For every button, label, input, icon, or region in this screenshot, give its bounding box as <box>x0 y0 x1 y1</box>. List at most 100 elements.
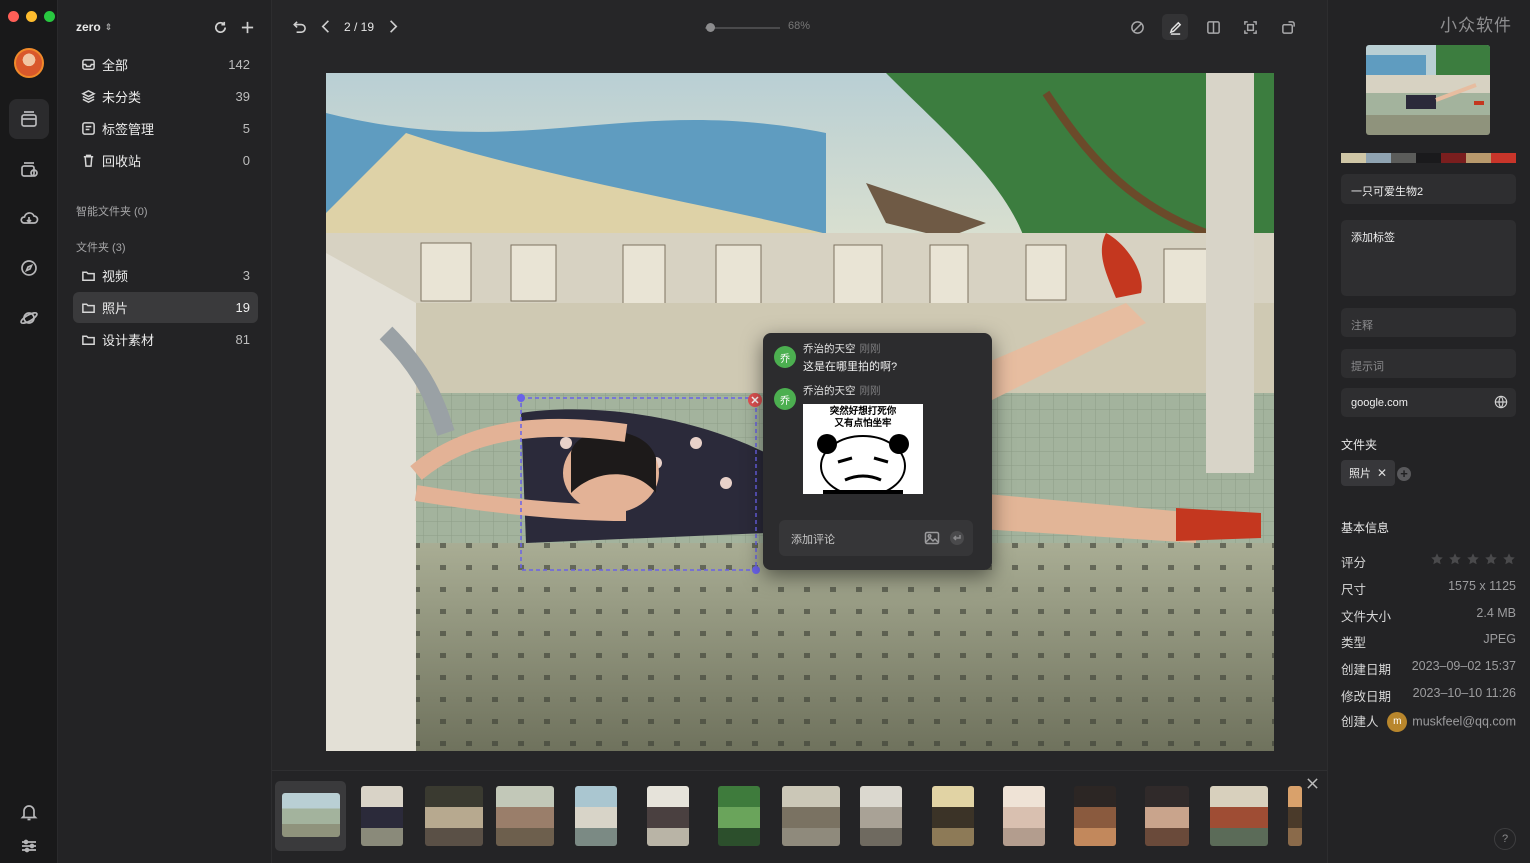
zoom-window-button[interactable] <box>44 11 55 22</box>
nav-label: 全部 <box>102 58 129 73</box>
color-palette[interactable] <box>1341 153 1516 163</box>
sliders-icon[interactable] <box>9 826 49 863</box>
rating-stars[interactable] <box>1430 552 1516 571</box>
cloud-icon[interactable] <box>9 198 49 238</box>
folders-heading[interactable]: 文件夹 (3) <box>76 239 126 255</box>
info-key: 评分 <box>1341 556 1367 570</box>
explore-icon[interactable] <box>9 248 49 288</box>
filmstrip-thumbnail[interactable] <box>932 786 974 846</box>
creator-email: muskfeel@qq.com <box>1412 714 1516 729</box>
fit-screen-icon[interactable] <box>1237 14 1263 40</box>
rotate-icon[interactable] <box>1275 14 1301 40</box>
star-icon[interactable] <box>1448 552 1462 566</box>
info-value: 2023–09–02 15:37 <box>1411 659 1516 673</box>
title-field[interactable]: 一只可爱生物2 <box>1341 174 1516 204</box>
info-row-creator: 创建人 m muskfeel@qq.com <box>1341 712 1516 732</box>
meme-image[interactable]: 突然好想打死你 又有点怕坐牢 <box>803 404 923 494</box>
hide-icon[interactable] <box>1124 14 1150 40</box>
star-icon[interactable] <box>1502 552 1516 566</box>
compare-icon[interactable] <box>1200 14 1226 40</box>
filmstrip-thumbnail[interactable] <box>1003 786 1045 846</box>
comment-input[interactable]: 添加评论 <box>779 520 973 556</box>
color-swatch[interactable] <box>1441 153 1466 163</box>
color-swatch[interactable] <box>1416 153 1441 163</box>
zoom-slider-handle[interactable] <box>705 23 715 32</box>
close-filmstrip-icon[interactable] <box>1306 777 1319 793</box>
filmstrip-thumbnail[interactable] <box>718 786 760 846</box>
archive-icon[interactable] <box>9 149 49 189</box>
filmstrip-thumbnail[interactable] <box>282 793 340 837</box>
annotate-icon[interactable] <box>1162 14 1188 40</box>
star-icon[interactable] <box>1466 552 1480 566</box>
nav-item-tags[interactable]: 标签管理 5 <box>73 113 258 144</box>
info-key: 文件大小 <box>1341 610 1392 624</box>
basic-info-label: 基本信息 <box>1341 521 1390 535</box>
star-icon[interactable] <box>1430 552 1444 566</box>
planet-icon[interactable] <box>9 298 49 338</box>
nav-item-uncategorized[interactable]: 未分类 39 <box>73 81 258 112</box>
filmstrip-thumbnail[interactable] <box>1145 786 1189 846</box>
inbox-icon <box>82 59 95 70</box>
folder-chip[interactable]: 照片 ✕ <box>1341 460 1396 486</box>
color-swatch[interactable] <box>1391 153 1416 163</box>
add-icon[interactable] <box>240 20 255 35</box>
filmstrip-thumbnail[interactable] <box>361 786 403 846</box>
color-swatch[interactable] <box>1491 153 1516 163</box>
comment-author: 乔治的天空 刚刚 <box>803 341 881 356</box>
workspace-name: zero <box>76 20 101 34</box>
comment-author-name: 乔治的天空 <box>803 385 856 397</box>
filmstrip-thumbnail[interactable] <box>575 786 617 846</box>
inspector-panel: 小众软件 一只可爱生物2 添加标签 注释 提示词 google.com 文件夹 … <box>1327 0 1530 863</box>
info-row-rating: 评分 <box>1341 552 1516 571</box>
note-field[interactable]: 注释 <box>1341 308 1516 337</box>
sync-icon[interactable] <box>213 20 228 35</box>
nav-item-trash[interactable]: 回收站 0 <box>73 145 258 176</box>
minimize-window-button[interactable] <box>26 11 37 22</box>
filmstrip-thumbnail[interactable] <box>425 786 483 846</box>
filmstrip-thumbnail[interactable] <box>860 786 902 846</box>
tags-field[interactable]: 添加标签 <box>1341 220 1516 296</box>
preview-thumbnail[interactable] <box>1366 45 1490 135</box>
image-icon[interactable] <box>924 530 940 546</box>
filmstrip-thumbnail[interactable] <box>647 786 689 846</box>
color-swatch[interactable] <box>1366 153 1391 163</box>
add-folder-icon[interactable]: + <box>1397 467 1411 481</box>
filmstrip-thumbnail[interactable] <box>1210 786 1268 846</box>
info-row-size: 尺寸 1575 x 1125 <box>1341 579 1516 598</box>
library-icon[interactable] <box>9 99 49 139</box>
folder-item-video[interactable]: 视频 3 <box>73 260 258 291</box>
folder-item-design[interactable]: 设计素材 81 <box>73 324 258 355</box>
send-icon[interactable] <box>949 530 965 546</box>
color-swatch[interactable] <box>1466 153 1491 163</box>
workspace-switcher[interactable]: zero ⇕ <box>76 20 112 34</box>
info-value: 2023–10–10 11:26 <box>1412 686 1516 700</box>
layers-icon <box>81 90 96 103</box>
next-icon[interactable] <box>384 18 401 35</box>
filmstrip-thumbnail[interactable] <box>1288 786 1302 846</box>
help-button[interactable]: ? <box>1494 828 1516 850</box>
filmstrip-thumbnail[interactable] <box>496 786 554 846</box>
globe-icon[interactable] <box>1494 395 1508 409</box>
nav-label: 未分类 <box>102 90 142 105</box>
prev-icon[interactable] <box>318 18 335 35</box>
color-swatch[interactable] <box>1341 153 1366 163</box>
remove-icon[interactable]: ✕ <box>1377 466 1387 480</box>
nav-item-all[interactable]: 全部 142 <box>73 49 258 80</box>
creator-avatar: m <box>1387 712 1408 732</box>
trash-icon <box>83 154 94 167</box>
star-icon[interactable] <box>1484 552 1498 566</box>
zoom-slider[interactable] <box>705 27 780 29</box>
smart-folders-heading[interactable]: 智能文件夹 (0) <box>76 203 148 219</box>
prompt-field[interactable]: 提示词 <box>1341 349 1516 378</box>
info-key: 类型 <box>1341 636 1367 650</box>
info-value: JPEG <box>1483 632 1516 646</box>
url-field[interactable]: google.com <box>1341 388 1516 417</box>
close-window-button[interactable] <box>8 11 19 22</box>
creator: m muskfeel@qq.com <box>1387 712 1516 732</box>
filmstrip-thumbnail[interactable] <box>782 786 840 846</box>
folder-item-photos[interactable]: 照片 19 <box>73 292 258 323</box>
user-avatar[interactable] <box>14 48 44 78</box>
undo-icon[interactable] <box>290 18 307 35</box>
filmstrip-thumbnail[interactable] <box>1074 786 1116 846</box>
window-controls <box>8 11 55 22</box>
